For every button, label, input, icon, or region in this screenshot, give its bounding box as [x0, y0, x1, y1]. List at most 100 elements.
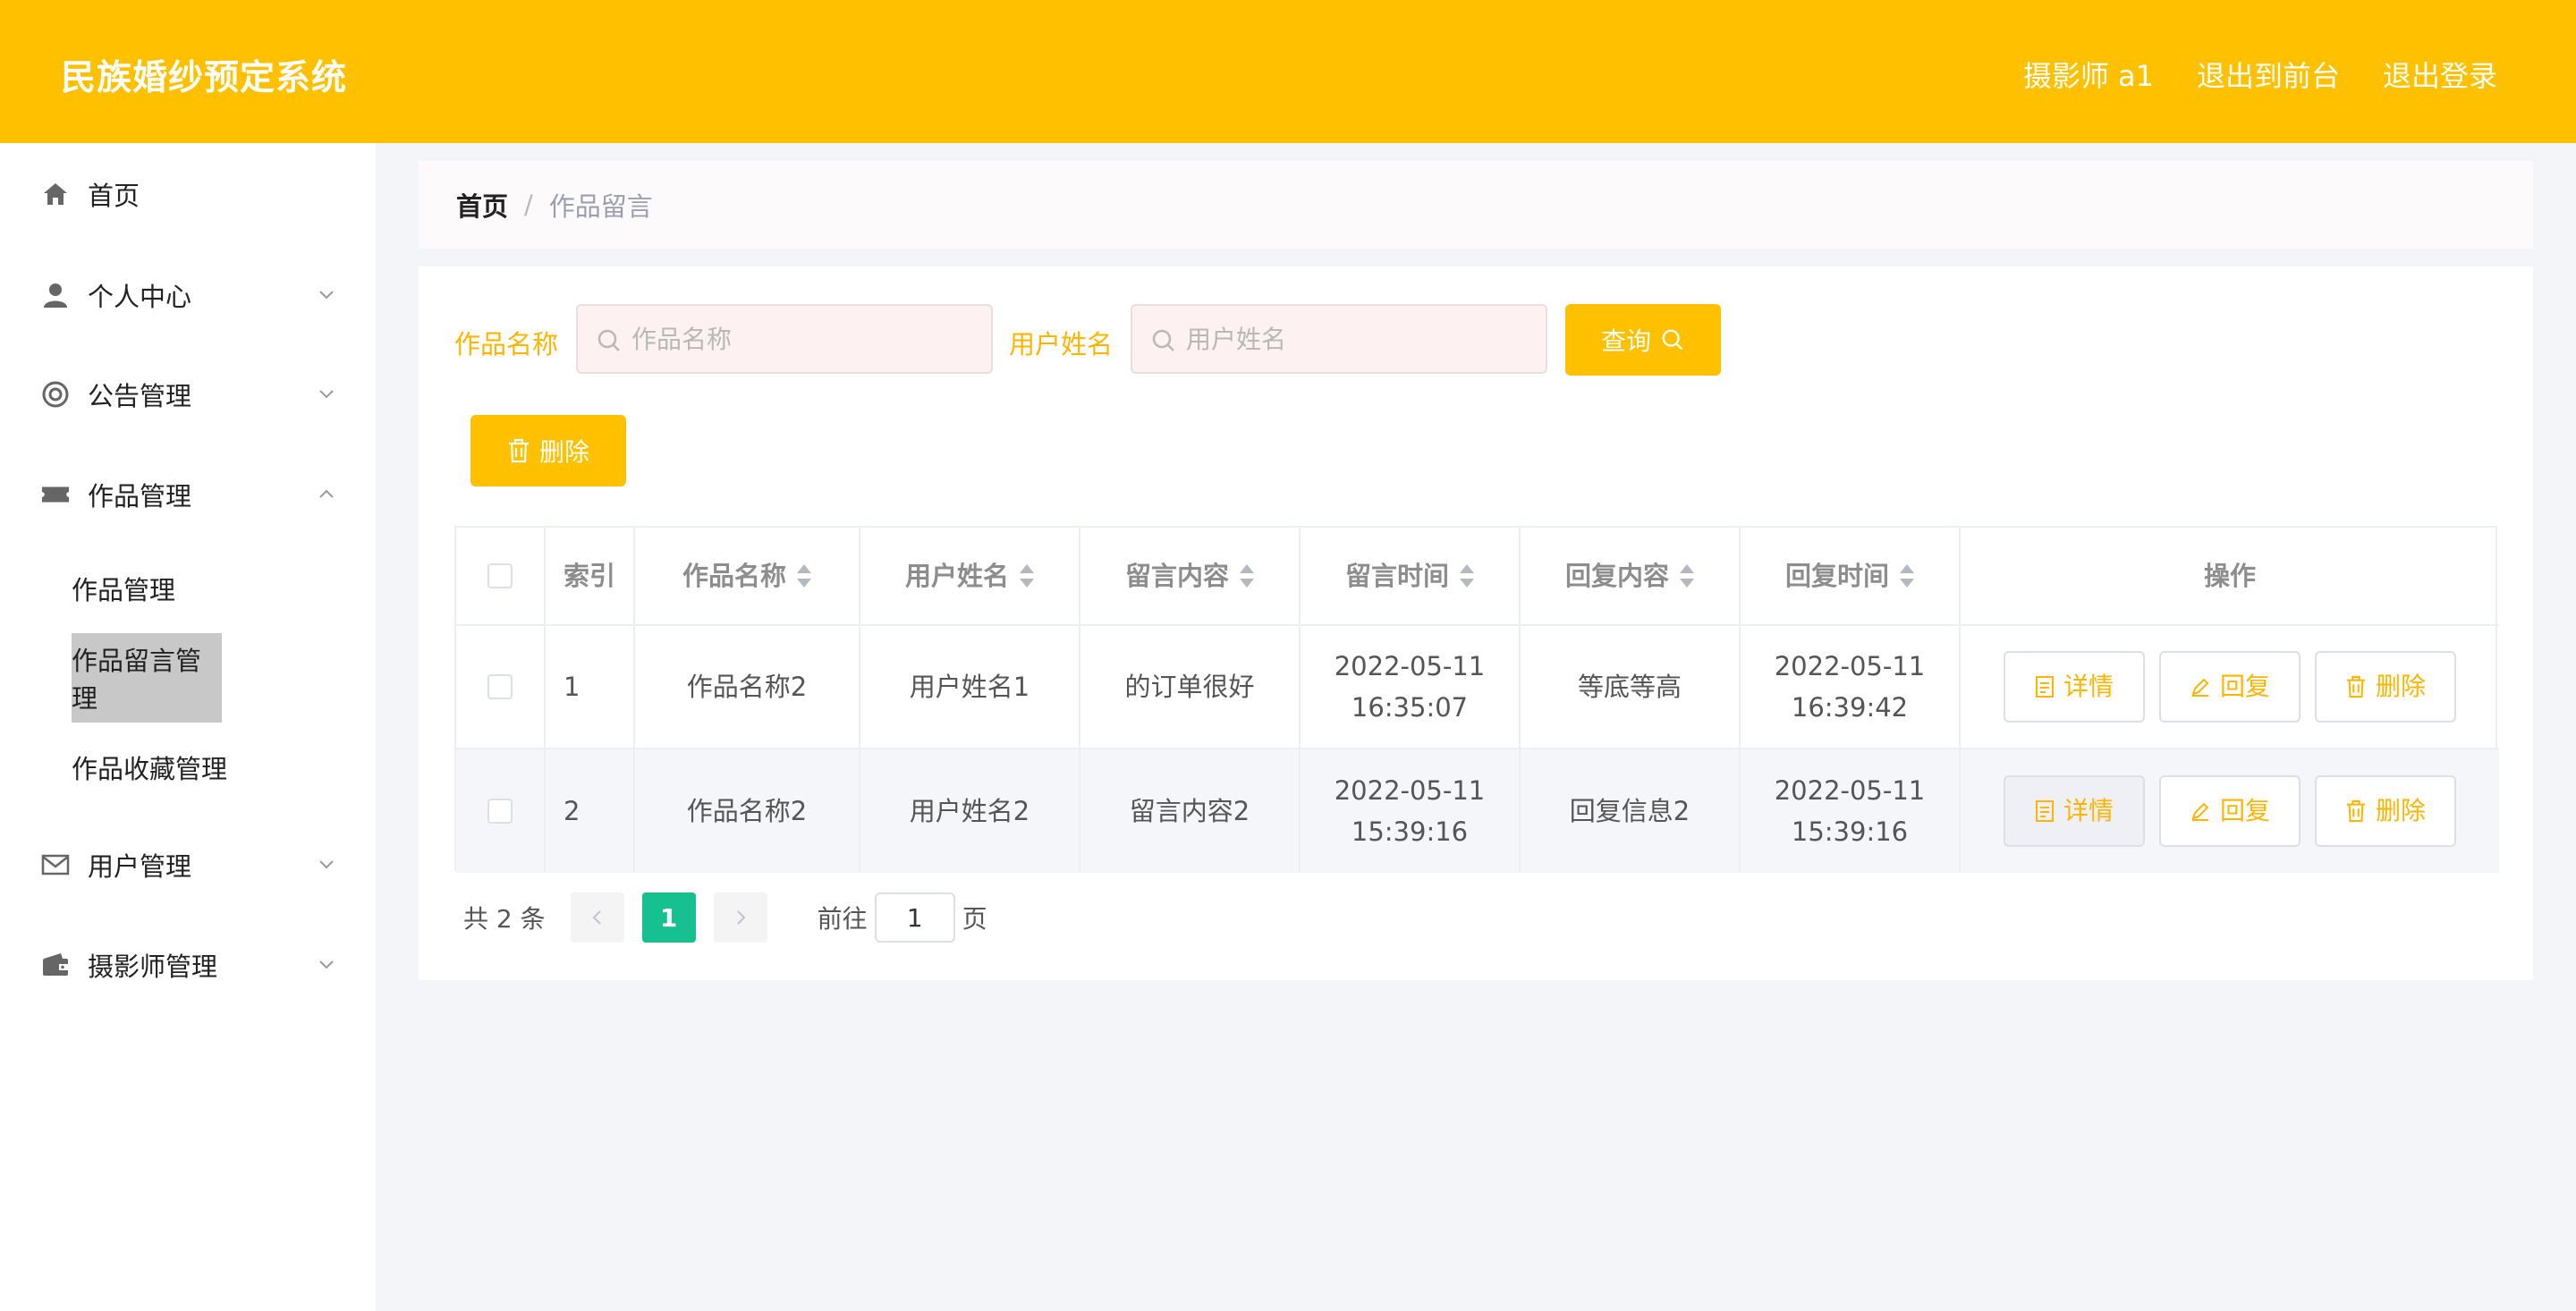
- sidebar-item-photographers[interactable]: 摄影师管理: [0, 934, 376, 996]
- cell-time: 2022-05-11 16:35:07: [1301, 626, 1521, 748]
- column-header-actions: 操作: [2203, 561, 2256, 591]
- home-icon: [41, 180, 70, 208]
- breadcrumb-home[interactable]: 首页: [456, 186, 508, 224]
- work-name-input[interactable]: [631, 324, 991, 354]
- wallet-icon: [41, 951, 70, 979]
- header-links: 摄影师 a1 退出到前台 退出登录: [2023, 54, 2497, 95]
- sort-icon[interactable]: [1020, 564, 1034, 588]
- sidebar-item-label: 摄影师管理: [88, 952, 218, 982]
- sidebar-item-label: 个人中心: [88, 282, 192, 312]
- cell-user: 用户姓名2: [860, 749, 1080, 873]
- ticket-icon: [41, 480, 70, 509]
- column-header-label: 留言内容: [1124, 561, 1229, 591]
- user-icon: [41, 281, 70, 309]
- detail-button[interactable]: 详情: [2004, 775, 2145, 847]
- goto-page-input[interactable]: 1: [874, 892, 955, 943]
- chevron-left-icon: [592, 910, 601, 925]
- user-name-label: 用户姓名: [1009, 329, 1114, 359]
- submenu-item-work-comments[interactable]: 作品留言管理: [72, 633, 222, 723]
- row-checkbox[interactable]: [487, 674, 513, 699]
- sidebar-item-works[interactable]: 作品管理: [0, 463, 376, 526]
- cell-user: 用户姓名1: [860, 626, 1080, 748]
- chevron-down-icon: [319, 960, 334, 969]
- prev-page-button[interactable]: [570, 892, 624, 943]
- row-action-group: 详情 回复 删除: [2004, 775, 2456, 847]
- row-delete-button[interactable]: 删除: [2315, 775, 2456, 847]
- edit-icon: [2191, 678, 2209, 697]
- cell-content: 留言内容2: [1080, 749, 1301, 873]
- submenu-item-work-favorites[interactable]: 作品收藏管理: [72, 745, 227, 790]
- sort-icon[interactable]: [1460, 564, 1474, 588]
- sidebar-item-home[interactable]: 首页: [0, 163, 376, 225]
- sidebar-item-label: 作品管理: [88, 481, 192, 512]
- cell-reply: 回复信息2: [1521, 749, 1741, 873]
- cell-actions: 详情 回复 删除: [1961, 626, 2499, 748]
- search-icon: [1662, 329, 1683, 351]
- reply-button-label: 回复: [2219, 672, 2270, 701]
- search-icon: [1152, 329, 1174, 351]
- column-header-work[interactable]: 作品名称: [635, 528, 860, 624]
- user-name-field[interactable]: [1131, 304, 1547, 374]
- app-title: 民族婚纱预定系统: [61, 58, 348, 98]
- detail-button[interactable]: 详情: [2004, 651, 2145, 723]
- column-header-label: 留言时间: [1344, 561, 1449, 591]
- row-delete-label: 删除: [2375, 796, 2426, 825]
- table-header: 索引 作品名称 用户姓名 留言内容 留言时间 回复内容 回复时间 操作: [456, 528, 2499, 626]
- cell-work: 作品名称2: [635, 626, 860, 748]
- sort-icon[interactable]: [797, 564, 811, 588]
- sidebar-item-users[interactable]: 用户管理: [0, 833, 376, 896]
- reply-button[interactable]: 回复: [2159, 651, 2301, 723]
- cell-index: 1: [546, 626, 635, 748]
- row-checkbox[interactable]: [487, 799, 513, 824]
- document-icon: [2035, 676, 2054, 698]
- logout-link[interactable]: 退出登录: [2383, 54, 2497, 95]
- sort-icon[interactable]: [1900, 564, 1914, 588]
- cell-index: 2: [546, 749, 635, 873]
- column-header-user[interactable]: 用户姓名: [860, 528, 1080, 624]
- detail-button-label: 详情: [2063, 672, 2114, 701]
- row-delete-label: 删除: [2375, 672, 2426, 701]
- sort-icon[interactable]: [1680, 564, 1694, 588]
- sort-icon[interactable]: [1240, 564, 1254, 588]
- column-header-content[interactable]: 留言内容: [1080, 528, 1301, 624]
- top-header: 民族婚纱预定系统 摄影师 a1 退出到前台 退出登录: [0, 0, 2576, 143]
- column-header-reply-time[interactable]: 回复时间: [1741, 528, 1961, 624]
- chevron-right-icon: [736, 910, 746, 925]
- trash-icon: [2346, 675, 2366, 698]
- column-header-index: 索引: [546, 528, 635, 624]
- column-header-reply[interactable]: 回复内容: [1521, 528, 1741, 624]
- comments-table: 索引 作品名称 用户姓名 留言内容 留言时间 回复内容 回复时间 操作 1 作品…: [454, 526, 2499, 873]
- reply-button[interactable]: 回复: [2159, 775, 2301, 847]
- submenu-item-works[interactable]: 作品管理: [72, 566, 175, 611]
- select-all-checkbox[interactable]: [487, 563, 513, 588]
- search-icon: [597, 329, 620, 351]
- sidebar-item-label: 用户管理: [88, 851, 192, 882]
- work-name-field[interactable]: [576, 304, 993, 374]
- main-panel: 作品名称 用户姓名 查询 删除 索引 作品名称 用户姓名 留言内容 留言时间 回…: [419, 266, 2533, 980]
- chevron-down-icon: [319, 860, 334, 869]
- user-name-input[interactable]: [1186, 324, 1546, 354]
- sidebar-item-label: 首页: [88, 181, 140, 211]
- trash-icon: [2346, 799, 2366, 823]
- row-delete-button[interactable]: 删除: [2315, 651, 2456, 723]
- reply-button-label: 回复: [2219, 796, 2270, 825]
- query-button[interactable]: 查询: [1565, 304, 1721, 376]
- query-button-label: 查询: [1600, 326, 1651, 356]
- page-number-button[interactable]: 1: [641, 892, 696, 943]
- breadcrumb-separator: /: [524, 190, 533, 220]
- exit-to-front-link[interactable]: 退出到前台: [2197, 54, 2340, 95]
- breadcrumb-current: 作品留言: [548, 191, 653, 222]
- next-page-button[interactable]: [713, 892, 767, 943]
- cell-reply-time: 2022-05-11 15:39:16: [1741, 749, 1961, 873]
- edit-icon: [2191, 802, 2209, 821]
- select-all-cell: [456, 528, 546, 624]
- cell-reply: 等底等高: [1521, 626, 1741, 748]
- column-header-label: 用户姓名: [904, 561, 1009, 591]
- column-header-time[interactable]: 留言时间: [1301, 528, 1521, 624]
- cell-work: 作品名称2: [635, 749, 860, 873]
- sidebar-item-profile[interactable]: 个人中心: [0, 264, 376, 326]
- chevron-up-icon: [319, 489, 334, 498]
- batch-delete-button[interactable]: 删除: [470, 415, 626, 486]
- sidebar-item-notice[interactable]: 公告管理: [0, 363, 376, 426]
- current-user-link[interactable]: 摄影师 a1: [2023, 54, 2154, 95]
